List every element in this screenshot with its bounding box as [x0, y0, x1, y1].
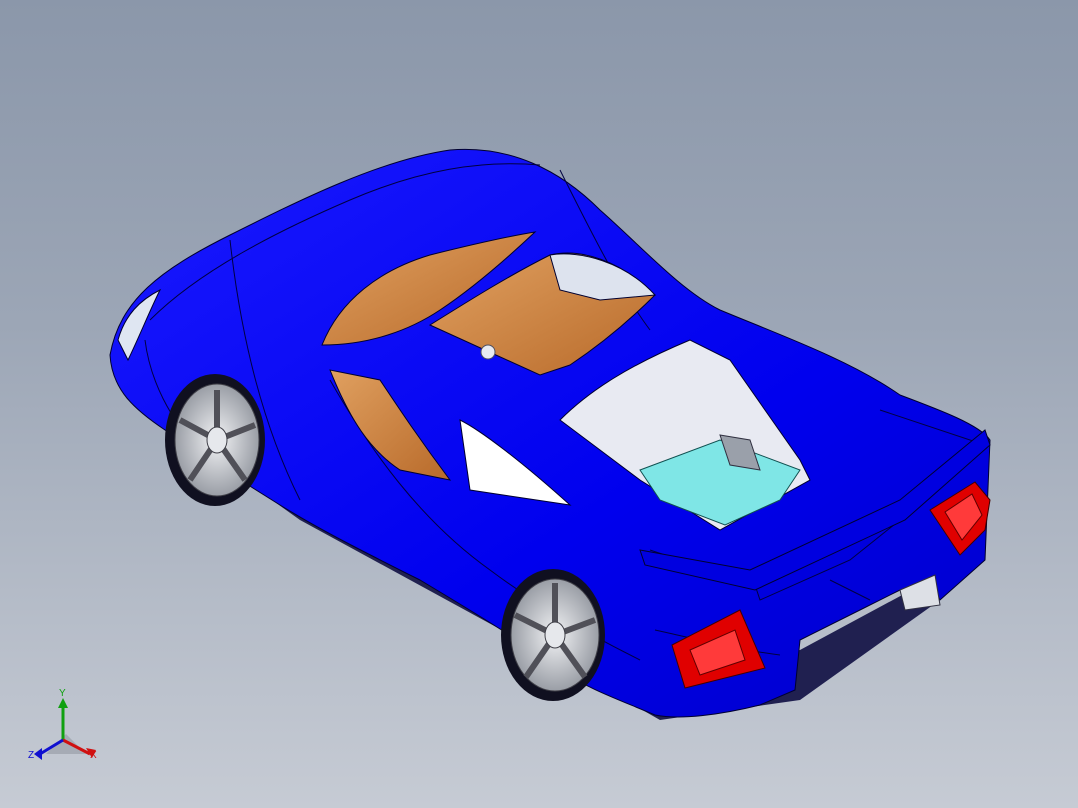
rear-wheel[interactable] — [501, 569, 605, 701]
car-model[interactable] — [0, 0, 1078, 808]
z-arrow-icon — [34, 748, 42, 760]
y-arrow-icon — [58, 698, 68, 708]
x-axis-label: X — [90, 750, 97, 761]
y-axis-label: Y — [59, 688, 66, 699]
front-wheel[interactable] — [165, 374, 265, 506]
orientation-triad[interactable]: Y X Z — [26, 688, 106, 772]
graphics-viewport[interactable]: Y X Z — [0, 0, 1078, 808]
z-axis-label: Z — [28, 750, 35, 761]
gear-knob — [480, 344, 496, 360]
